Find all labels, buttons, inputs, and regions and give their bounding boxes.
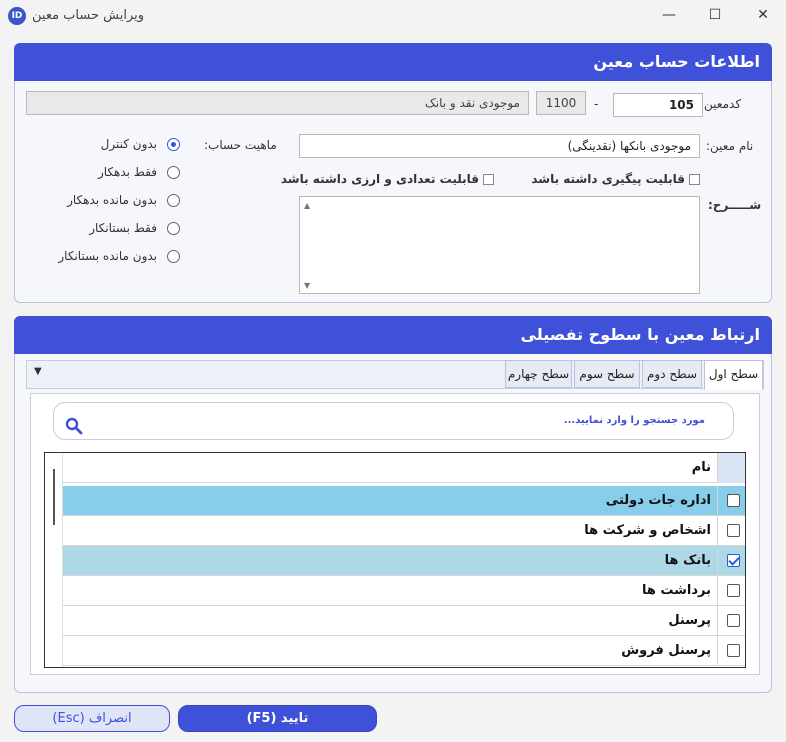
- tab-dropdown-icon[interactable]: ▼: [34, 366, 42, 377]
- row-checkbox[interactable]: [727, 494, 740, 507]
- radio-icon: [167, 194, 180, 207]
- search-placeholder: مورد جستجو را وارد نمایید...: [563, 415, 705, 426]
- row-name: پرسنل: [668, 613, 711, 628]
- checkbox-icon: [689, 174, 700, 185]
- grid-header-row: نام: [63, 453, 745, 483]
- radio-icon: [167, 250, 180, 263]
- table-row[interactable]: اداره جات دولتی: [63, 486, 745, 516]
- radio-checked-icon: [167, 138, 180, 151]
- description-textarea[interactable]: ▲ ▼: [299, 196, 700, 294]
- title-bar: ID ویرایش حساب معین — ☐ ✕: [0, 0, 786, 34]
- currency-checkbox[interactable]: قابلیت تعدادی و ارزی داشته باشد: [281, 172, 494, 186]
- row-checkbox[interactable]: [727, 614, 740, 627]
- nature-option-debit-only[interactable]: فقط بدهکار: [98, 165, 180, 179]
- row-name: بانک ها: [664, 553, 711, 568]
- table-row[interactable]: پرسنل فروش: [63, 636, 745, 666]
- description-label: شـــــرح:: [708, 198, 762, 212]
- account-info-header: اطلاعات حساب معین: [14, 43, 772, 81]
- app-logo-icon: ID: [8, 7, 26, 25]
- tab-level-1[interactable]: سطح اول: [704, 360, 763, 390]
- radio-icon: [167, 166, 180, 179]
- table-row[interactable]: بانک ها: [63, 546, 745, 576]
- nature-label: ماهیت حساب:: [204, 138, 277, 152]
- parent-name-field: موجودی نقد و بانک: [26, 91, 529, 115]
- row-name: برداشت ها: [641, 583, 711, 598]
- search-icon[interactable]: [65, 417, 83, 435]
- row-name: اداره جات دولتی: [605, 493, 711, 508]
- column-header-name[interactable]: نام: [692, 453, 711, 483]
- window-title: ویرایش حساب معین: [32, 8, 145, 23]
- row-name: اشخاص و شرکت ها: [584, 523, 711, 538]
- radio-icon: [167, 222, 180, 235]
- cancel-button[interactable]: انصراف (Esc): [14, 705, 170, 732]
- name-label: نام معین:: [706, 139, 754, 153]
- header-checkbox-cell: [717, 453, 745, 483]
- close-button[interactable]: ✕: [740, 0, 786, 32]
- detail-link-header: ارتباط معین با سطوح تفصیلی: [14, 316, 772, 354]
- scroll-down-icon[interactable]: ▼: [304, 281, 310, 290]
- tab-level-2[interactable]: سطح دوم: [642, 360, 702, 388]
- table-row[interactable]: اشخاص و شرکت ها: [63, 516, 745, 546]
- detail-grid: نام اداره جات دولتی اشخاص و شرکت ها بانک…: [44, 452, 746, 668]
- row-checkbox[interactable]: [727, 644, 740, 657]
- code-label: کدمعین:: [700, 97, 742, 111]
- table-row[interactable]: برداشت ها: [63, 576, 745, 606]
- row-name: پرسنل فروش: [621, 643, 711, 658]
- row-checkbox[interactable]: [727, 584, 740, 597]
- row-checkbox[interactable]: [727, 524, 740, 537]
- table-row[interactable]: پرسنل: [63, 606, 745, 636]
- grid-scrollbar[interactable]: [45, 453, 63, 667]
- search-box[interactable]: مورد جستجو را وارد نمایید...: [53, 402, 734, 440]
- nature-option-credit-only[interactable]: فقط بستانکار: [89, 221, 180, 235]
- grid-scrollbar-thumb[interactable]: [53, 469, 55, 525]
- code-separator: -: [594, 97, 599, 111]
- nature-option-no-credit-balance[interactable]: بدون مانده بستانکار: [58, 249, 180, 263]
- parent-code-field: 1100: [536, 91, 586, 115]
- row-checkbox-checked[interactable]: [727, 554, 740, 567]
- scroll-up-icon[interactable]: ▲: [304, 201, 310, 210]
- tab-level-3[interactable]: سطح سوم: [574, 360, 640, 388]
- name-input[interactable]: موجودی بانکها (نقدینگی): [299, 134, 700, 158]
- tab-level-4[interactable]: سطح چهارم: [505, 360, 572, 388]
- confirm-button[interactable]: تایید (F5): [178, 705, 377, 732]
- maximize-button[interactable]: ☐: [692, 0, 738, 32]
- checkbox-icon: [483, 174, 494, 185]
- minimize-button[interactable]: —: [646, 0, 692, 32]
- code-input[interactable]: 105: [613, 93, 703, 117]
- nature-option-no-control[interactable]: بدون کنترل: [101, 137, 180, 151]
- nature-option-no-debit-balance[interactable]: بدون مانده بدهکار: [67, 193, 180, 207]
- tracking-checkbox[interactable]: قابلیت پیگیری داشته باشد: [531, 172, 700, 186]
